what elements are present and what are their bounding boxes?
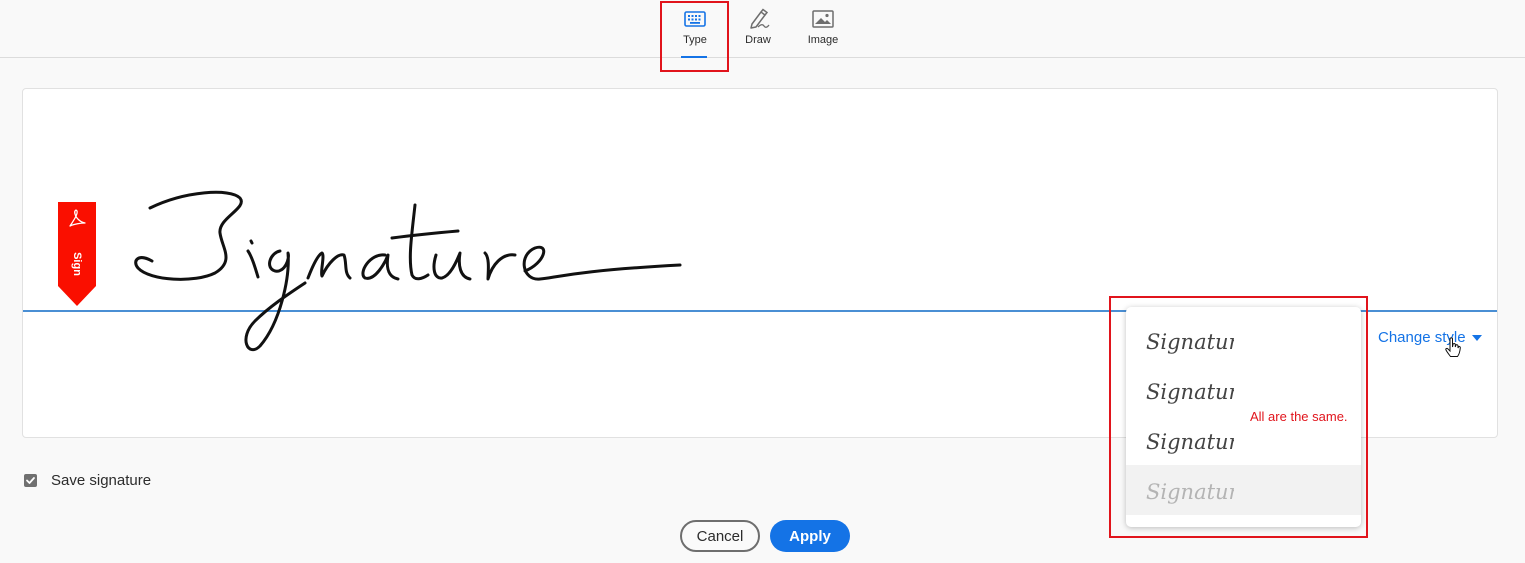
save-signature-checkbox[interactable] <box>24 474 37 487</box>
tab-type-label: Type <box>683 34 707 46</box>
change-style-button[interactable]: Change style <box>1378 329 1482 346</box>
tab-image-label: Image <box>807 34 839 46</box>
style-option-text: Signature <box>1146 430 1234 454</box>
chevron-down-icon <box>1471 334 1482 341</box>
style-option-text: Signature <box>1146 480 1234 504</box>
flag-label: Sign <box>71 252 83 276</box>
image-icon <box>810 8 836 30</box>
style-option-2[interactable]: Signature <box>1126 365 1361 415</box>
style-preview: Signature <box>1146 430 1234 454</box>
signature-script <box>134 190 682 352</box>
signature-preview <box>130 183 710 358</box>
tab-type[interactable]: Type <box>667 0 723 58</box>
style-preview: Signature <box>1146 380 1234 404</box>
hand-cursor-icon <box>1445 337 1461 357</box>
pen-icon <box>745 8 771 30</box>
checkmark-icon <box>26 477 35 484</box>
tab-draw[interactable]: Draw <box>730 0 786 57</box>
style-option-1[interactable]: Signature <box>1126 315 1361 365</box>
tab-draw-label: Draw <box>745 34 771 46</box>
keyboard-icon <box>682 8 708 30</box>
style-option-4[interactable]: Signature <box>1126 465 1361 515</box>
apply-button[interactable]: Apply <box>770 520 850 552</box>
signature-mode-tabs: Type Draw Image <box>0 0 1525 58</box>
sign-here-flag: Sign <box>58 202 96 306</box>
style-preview: Signature <box>1146 480 1234 504</box>
save-signature-row[interactable]: Save signature <box>24 472 151 489</box>
style-preview: Signature <box>1146 330 1234 354</box>
cancel-button[interactable]: Cancel <box>680 520 760 552</box>
style-option-text: Signature <box>1146 330 1234 354</box>
save-signature-label: Save signature <box>51 472 152 489</box>
tab-image[interactable]: Image <box>795 0 851 57</box>
annotation-note: All are the same. <box>1250 409 1348 424</box>
style-option-text: Signature <box>1146 380 1234 404</box>
active-tab-indicator <box>681 56 707 58</box>
